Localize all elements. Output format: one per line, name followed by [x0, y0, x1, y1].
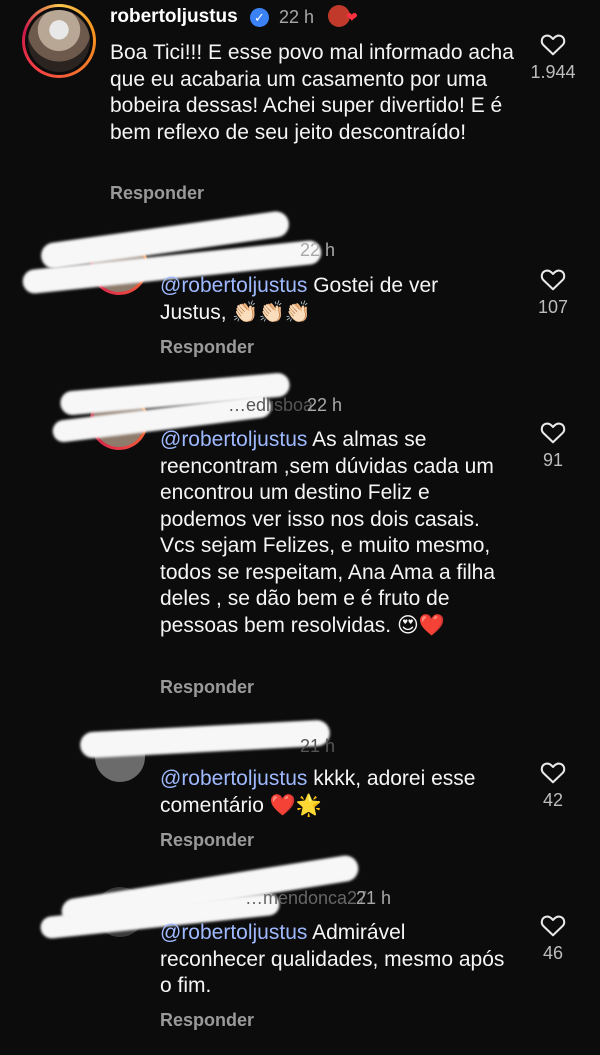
profile-photo: [28, 10, 90, 72]
comment-text: Boa Tici!!! E esse povo mal informado ac…: [110, 41, 514, 144]
heart-outline-icon: [540, 422, 566, 444]
like-count: 107: [537, 297, 569, 317]
comment-text: @robertoljustus Gostei de ver Justus, 👏🏻…: [160, 273, 510, 326]
comment-text: @robertoljustus Admirável reconhecer qua…: [160, 920, 510, 1000]
like-button[interactable]: 46: [518, 913, 588, 964]
redaction-mark: [79, 719, 331, 759]
reply-button[interactable]: Responder: [160, 830, 254, 851]
heart-outline-icon: [540, 269, 566, 291]
reply-comment: 21 h @robertoljustus kkkk, adorei esse c…: [0, 719, 600, 860]
comment-text: @robertoljustus As almas se reencontram …: [160, 427, 515, 639]
main-comment: robertoljustus ✓ 22 h ❤ Boa Tici!!! E es…: [0, 0, 600, 215]
reply-button[interactable]: Responder: [160, 337, 254, 358]
reply-button[interactable]: Responder: [160, 1010, 254, 1031]
reply-button[interactable]: Responder: [160, 677, 254, 698]
comment-time: 21 h: [356, 888, 392, 908]
reply-button[interactable]: Responder: [110, 183, 204, 204]
avatar[interactable]: [22, 4, 96, 78]
verified-badge-icon: ✓: [250, 8, 269, 27]
reply-comment: …mendonca27 21 h @robertoljustus Admiráv…: [0, 853, 600, 1045]
heart-outline-icon: [540, 762, 566, 784]
comment-body: As almas se reencontram ,sem dúvidas cad…: [160, 428, 496, 637]
mention-link[interactable]: @robertoljustus: [160, 428, 307, 451]
mention-link[interactable]: @robertoljustus: [160, 921, 307, 944]
like-count: 42: [542, 790, 564, 810]
like-count: 1.944: [530, 62, 576, 82]
comment-text: @robertoljustus kkkk, adorei esse coment…: [160, 766, 510, 819]
like-count: 46: [542, 943, 564, 963]
comment-username[interactable]: …mendonca27: [245, 888, 367, 909]
like-count: 91: [542, 450, 564, 470]
heart-outline-icon: [540, 34, 566, 56]
heart-outline-icon: [540, 915, 566, 937]
heart-icon: ❤: [346, 9, 358, 25]
mention-link[interactable]: @robertoljustus: [160, 274, 307, 297]
comment-time: 22 h: [307, 395, 343, 415]
comment-username[interactable]: robertoljustus: [110, 6, 238, 28]
like-button[interactable]: 42: [518, 760, 588, 811]
like-button[interactable]: 1.944: [518, 32, 588, 83]
comment-time: 21 h: [300, 736, 336, 756]
comment-username[interactable]: …edlisboa: [228, 395, 313, 416]
like-button[interactable]: 91: [518, 420, 588, 471]
reply-comment: …edlisboa 22 h @robertoljustus As almas …: [0, 372, 600, 705]
comment-time: 22 h: [279, 7, 315, 27]
reply-comment: 22 h @robertoljustus Gostei de ver Justu…: [0, 209, 600, 375]
mention-link[interactable]: @robertoljustus: [160, 767, 307, 790]
comment-time: 22 h: [300, 240, 336, 260]
like-button[interactable]: 107: [518, 267, 588, 318]
